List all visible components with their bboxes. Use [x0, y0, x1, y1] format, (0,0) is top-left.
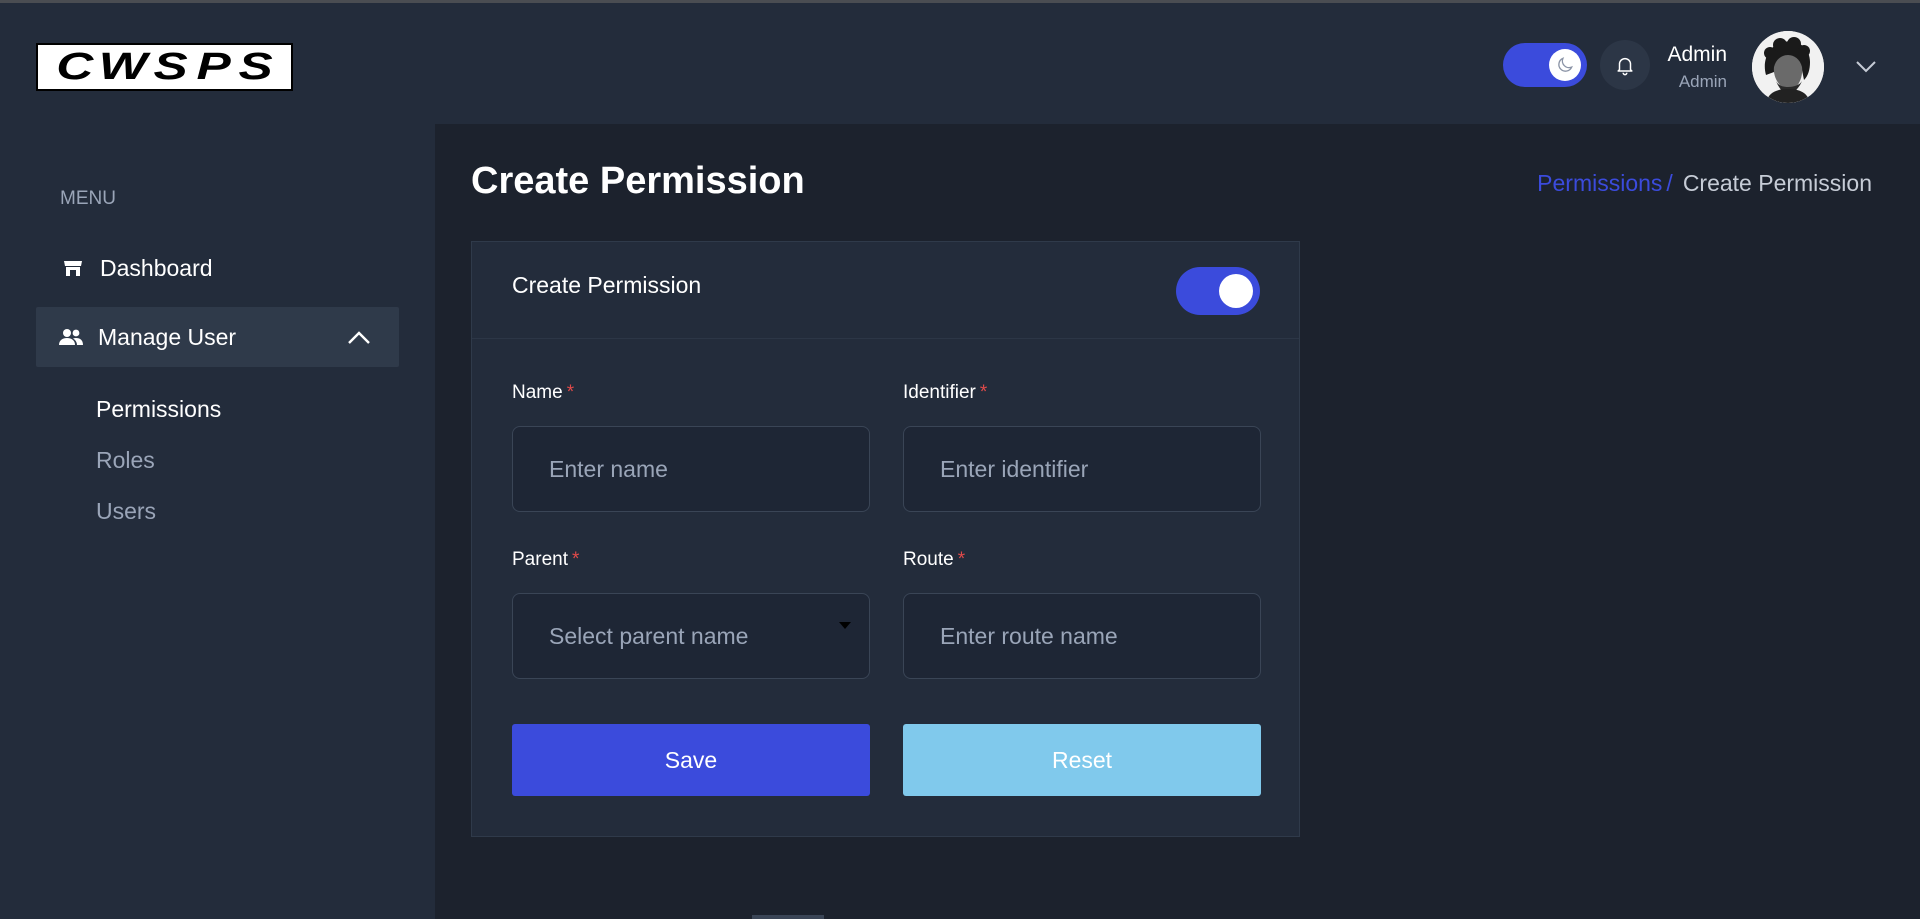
toggle-knob [1549, 49, 1581, 81]
route-input[interactable] [903, 593, 1261, 679]
card-header: Create Permission [472, 242, 1299, 339]
sidebar-item-manage-user[interactable]: Manage User [36, 307, 399, 367]
bell-icon [1617, 57, 1633, 76]
user-menu-dropdown[interactable] [1852, 53, 1880, 81]
dark-mode-toggle[interactable] [1503, 43, 1587, 87]
sidebar-item-dashboard[interactable]: Dashboard [36, 238, 399, 298]
logo-letter: P [196, 45, 231, 88]
sidebar-subitem-users[interactable]: Users [96, 498, 156, 525]
route-label: Route * [903, 549, 965, 571]
sidebar: MENU Dashboard Manage User Permissions R… [0, 124, 435, 919]
logo-letter: C [55, 45, 93, 88]
users-icon [58, 326, 84, 348]
avatar-portrait [1752, 31, 1824, 103]
sidebar-subitem-roles[interactable]: Roles [96, 447, 155, 474]
breadcrumb: Permissions / Create Permission [1537, 170, 1872, 197]
user-name: Admin [1667, 43, 1727, 66]
store-icon [60, 257, 86, 279]
toggle-knob [1219, 274, 1253, 308]
parent-select[interactable]: Select parent name [512, 593, 870, 679]
required-marker: * [566, 382, 575, 403]
chevron-down-icon [1856, 61, 1876, 73]
name-input[interactable] [512, 426, 870, 512]
avatar[interactable] [1752, 31, 1824, 103]
breadcrumb-current: Create Permission [1682, 170, 1872, 196]
caret-down-icon [839, 622, 851, 629]
sidebar-item-label: Dashboard [100, 254, 213, 281]
reset-button[interactable]: Reset [903, 724, 1261, 796]
breadcrumb-link-permissions[interactable]: Permissions [1537, 170, 1662, 196]
user-info[interactable]: Admin Admin [1667, 43, 1727, 92]
required-marker: * [957, 549, 966, 570]
create-permission-card: Create Permission Name* Identifier* Pare… [471, 241, 1300, 837]
parent-select-value: Select parent name [549, 622, 749, 649]
name-label: Name * [512, 382, 574, 404]
parent-label: Parent * [512, 549, 579, 571]
save-button[interactable]: Save [512, 724, 870, 796]
sidebar-subitem-permissions[interactable]: Permissions [96, 396, 221, 423]
logo-letter: S [153, 45, 188, 88]
identifier-input[interactable] [903, 426, 1261, 512]
user-role: Admin [1678, 72, 1727, 91]
logo-letter: W [98, 45, 148, 88]
chevron-up-icon [348, 331, 370, 344]
identifier-label-text: Identifier [903, 382, 976, 403]
required-marker: * [979, 382, 988, 403]
card-title: Create Permission [512, 272, 702, 298]
sidebar-item-label: Manage User [98, 323, 237, 350]
brand-logo[interactable]: C W S P S [36, 43, 293, 91]
status-toggle[interactable] [1176, 267, 1260, 315]
route-label-text: Route [903, 549, 954, 570]
horizontal-scrollbar[interactable] [752, 915, 824, 919]
menu-heading: MENU [60, 188, 116, 209]
top-header: C W S P S Admin Admin [0, 3, 1920, 124]
breadcrumb-separator: / [1666, 170, 1673, 196]
identifier-label: Identifier * [903, 382, 987, 404]
page-title: Create Permission [471, 160, 805, 202]
moon-icon [1558, 57, 1573, 72]
name-label-text: Name [512, 382, 563, 403]
required-marker: * [571, 549, 580, 570]
parent-label-text: Parent [512, 549, 568, 570]
notifications-button[interactable] [1600, 40, 1650, 90]
logo-letter: S [238, 45, 273, 88]
